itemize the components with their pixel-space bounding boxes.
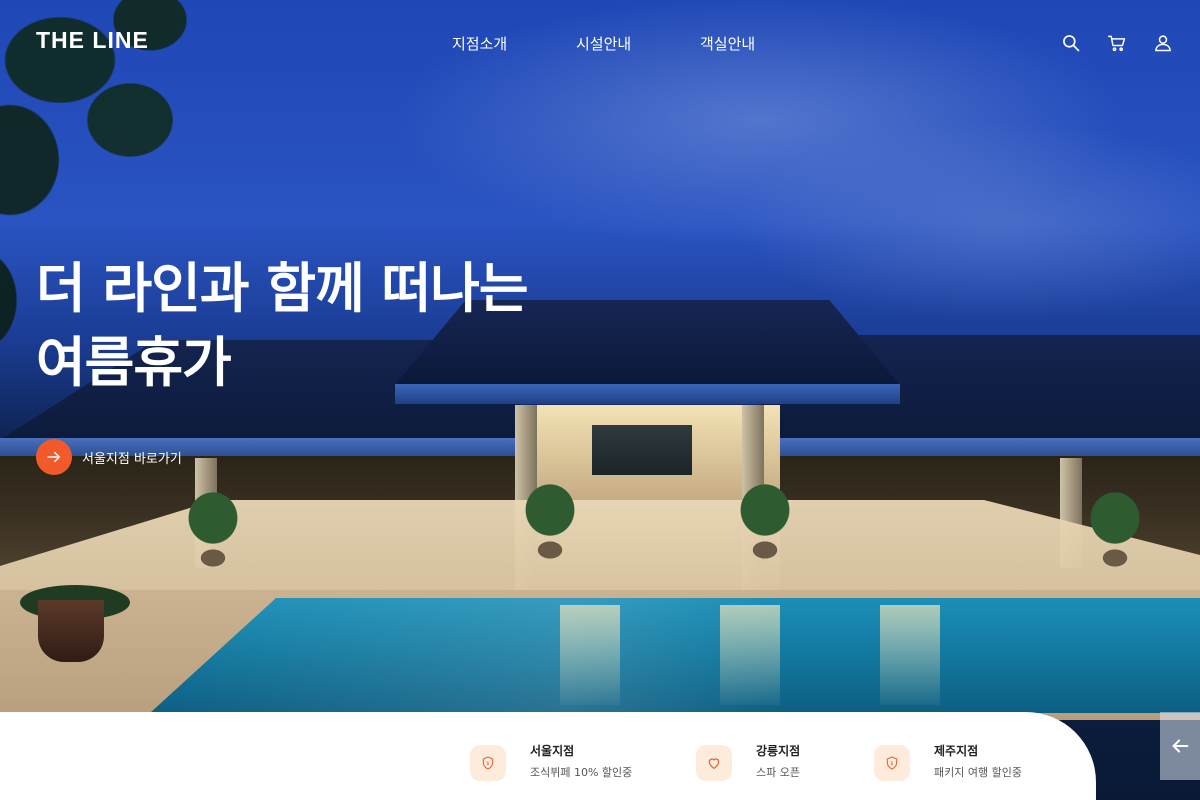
coupon-shield-icon: $ [874, 745, 910, 781]
branch-desc: 스파 오픈 [756, 766, 800, 779]
main-nav: 지점소개 시설안내 객실안내 [0, 33, 1200, 53]
branch-info-panel: $ 서울지점 조식뷔페 10% 할인중 강릉지점 스파 오픈 $ 제주지점 패키… [0, 712, 1096, 800]
search-icon[interactable] [1058, 30, 1084, 56]
plant-pot [38, 600, 104, 662]
potted-plant [720, 470, 810, 565]
header-icons [1058, 30, 1178, 56]
nav-item-branches[interactable]: 지점소개 [452, 33, 507, 54]
svg-text:$: $ [890, 761, 893, 767]
swimming-pool [150, 598, 1200, 713]
potted-plant [168, 478, 258, 573]
headline-line-1: 더 라인과 함께 떠나는 [36, 257, 529, 320]
user-icon[interactable] [1150, 30, 1176, 56]
seoul-branch-cta[interactable]: 서울지점 바로가기 [36, 438, 182, 476]
pool-reflection [880, 605, 940, 705]
arrow-right-icon[interactable] [36, 439, 72, 475]
cta-label[interactable]: 서울지점 바로가기 [82, 448, 182, 467]
arrow-left-icon[interactable] [1160, 712, 1200, 780]
heart-icon [696, 745, 732, 781]
nav-item-rooms[interactable]: 객실안내 [700, 33, 755, 54]
hero-headline: 더 라인과 함께 떠나는 여름휴가 [36, 252, 636, 400]
branch-desc: 조식뷔페 10% 할인중 [530, 766, 633, 779]
branch-name: 제주지점 [934, 744, 979, 758]
branch-name: 서울지점 [530, 744, 575, 758]
nav-item-facilities[interactable]: 시설안내 [576, 33, 631, 54]
pool-reflection [560, 605, 620, 705]
branch-card-jeju[interactable]: $ 제주지점 패키지 여행 할인중 [874, 742, 1022, 792]
branch-name: 강릉지점 [756, 744, 801, 758]
atrium-inner [592, 425, 692, 475]
potted-plant [505, 470, 595, 565]
branch-card-seoul[interactable]: $ 서울지점 조식뷔페 10% 할인중 [470, 742, 632, 792]
branch-card-gangneung[interactable]: 강릉지점 스파 오픈 [696, 742, 800, 792]
pool-reflection [720, 605, 780, 705]
headline-line-2: 여름휴가 [36, 331, 232, 394]
coupon-shield-icon: $ [470, 745, 506, 781]
branch-desc: 패키지 여행 할인중 [934, 766, 1022, 779]
hero-background-image [0, 0, 1200, 800]
cart-icon[interactable] [1104, 30, 1130, 56]
eave-right [780, 438, 1200, 458]
site-header: THE LINE 지점소개 시설안내 객실안내 [0, 0, 1200, 84]
potted-plant [1070, 478, 1160, 573]
svg-text:$: $ [486, 761, 489, 767]
